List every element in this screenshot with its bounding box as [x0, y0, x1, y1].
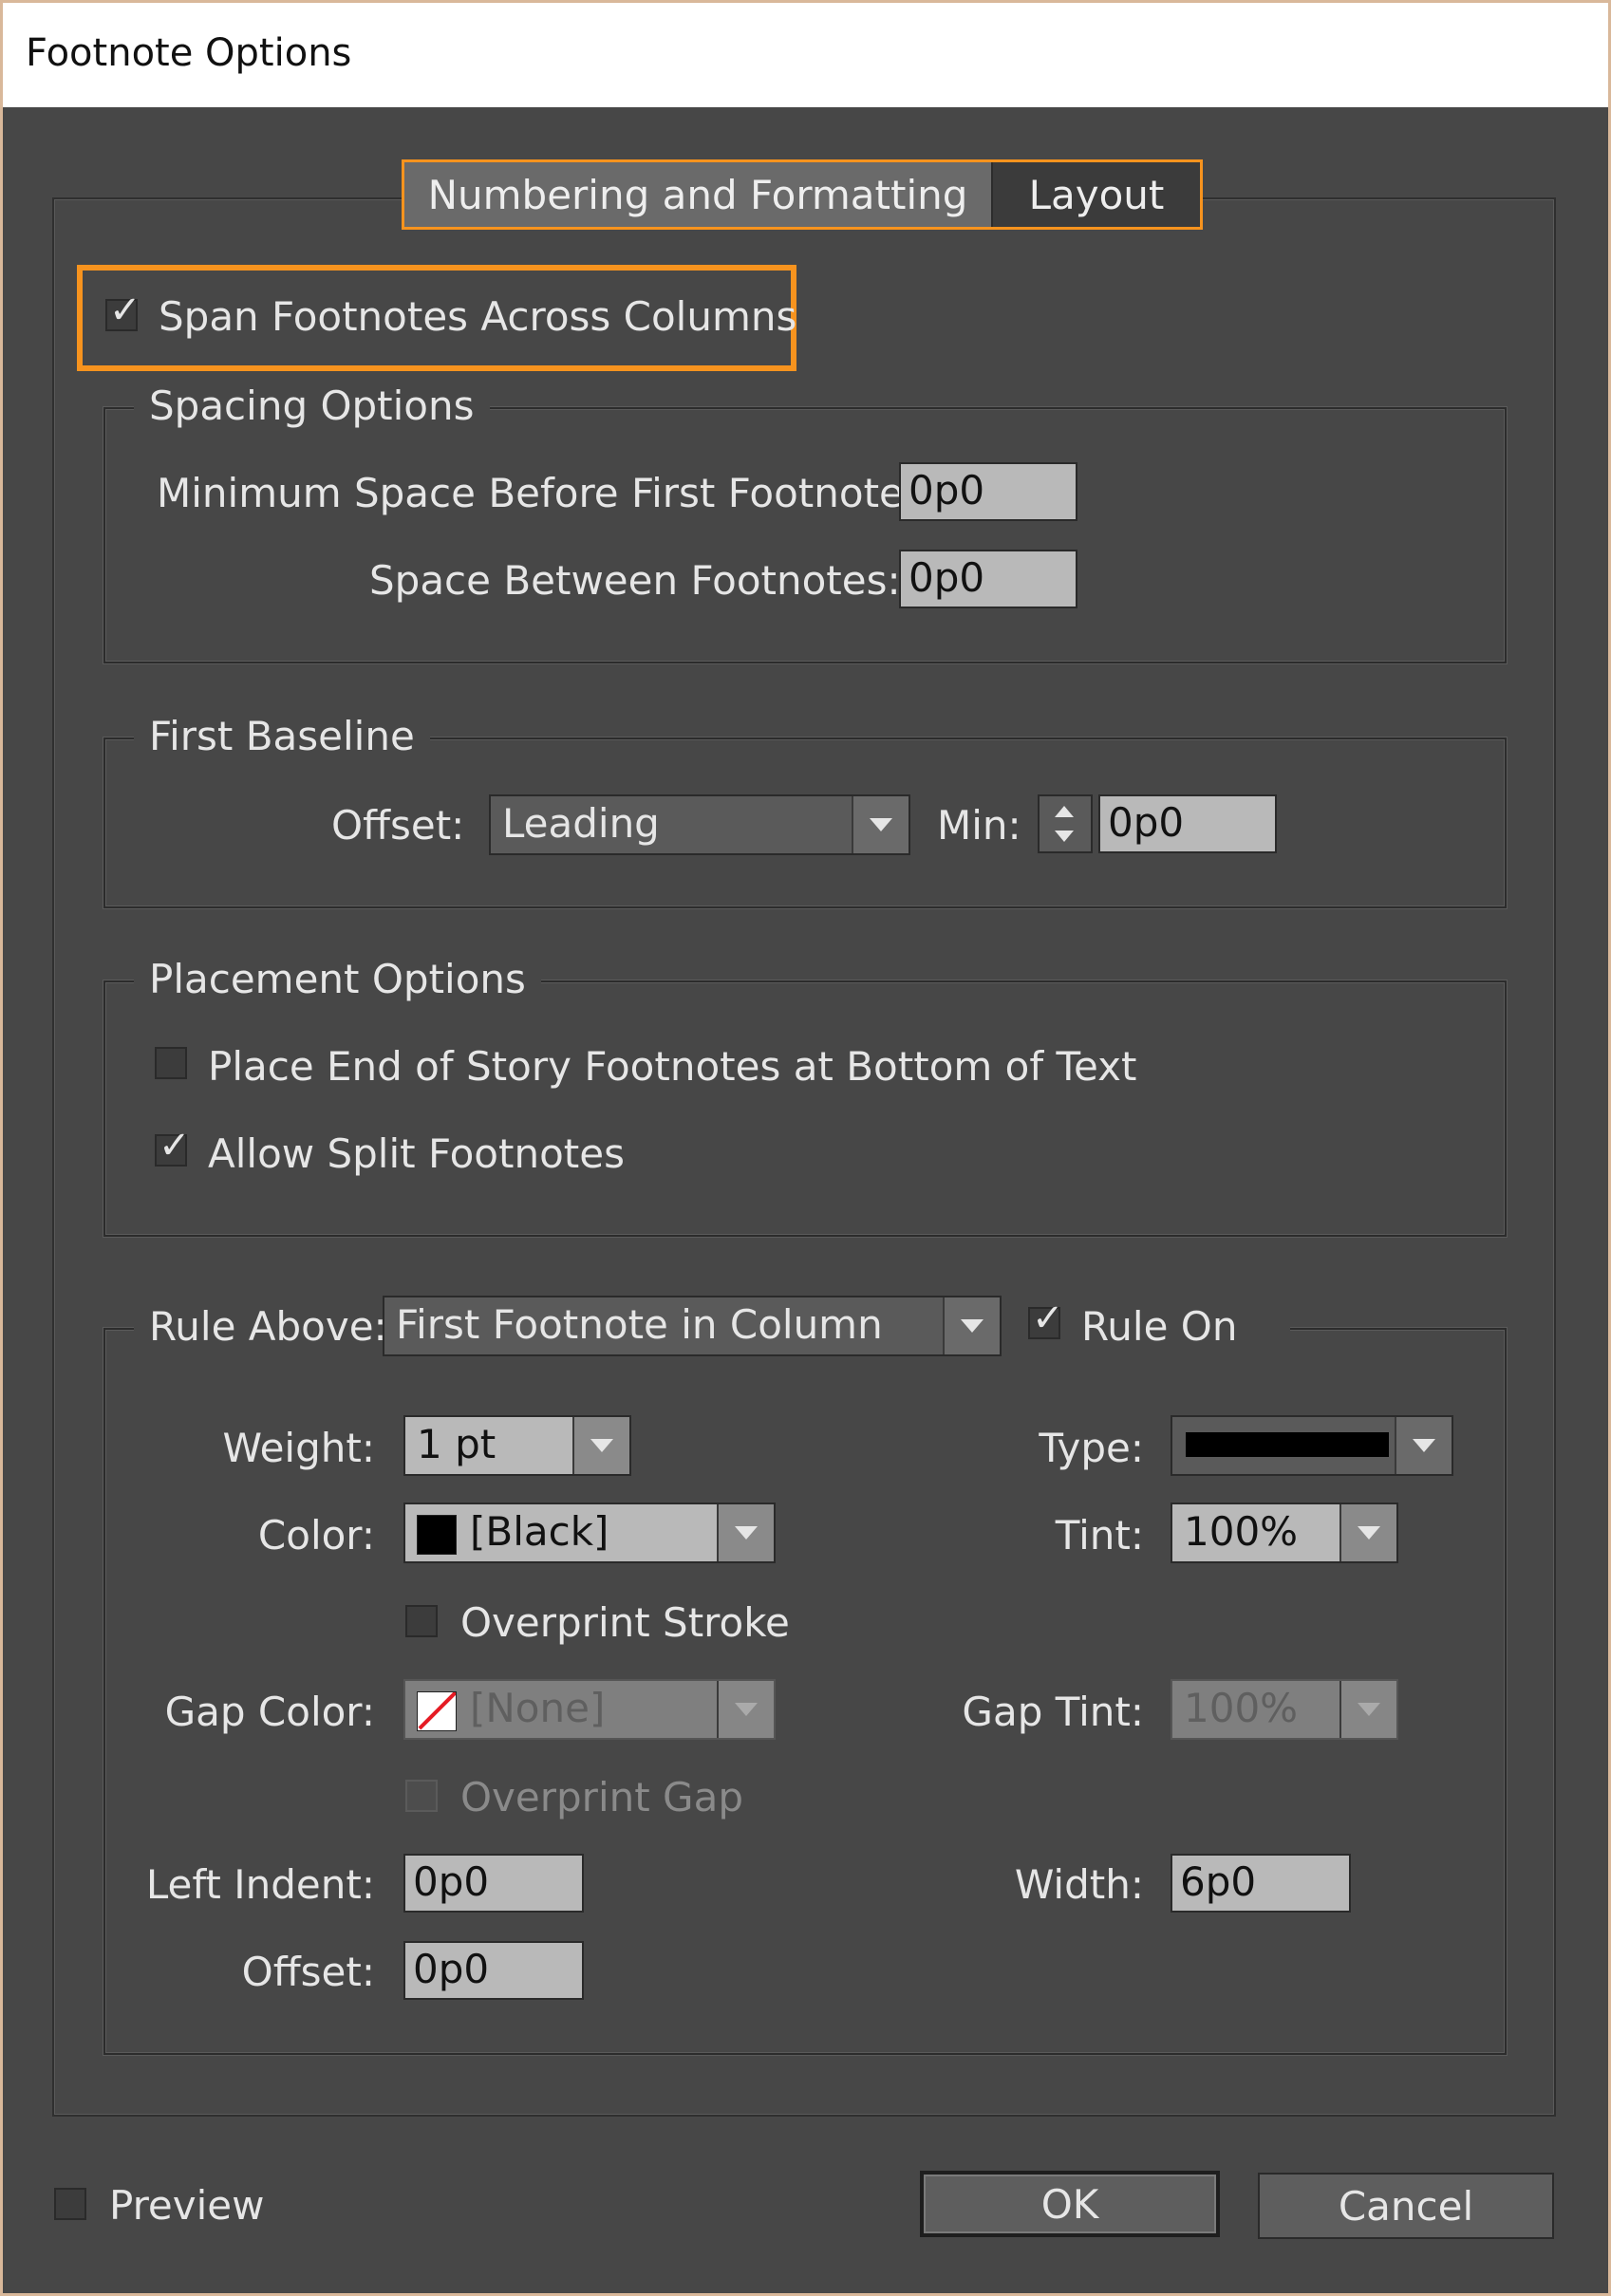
- tab-numbering-formatting[interactable]: Numbering and Formatting: [404, 162, 993, 227]
- chevron-down-icon: [572, 1417, 629, 1474]
- preview-label: Preview: [109, 2182, 265, 2229]
- offset-dropdown-value: Leading: [502, 800, 660, 847]
- weight-dropdown[interactable]: 1 pt: [403, 1415, 631, 1476]
- black-swatch-icon: [417, 1514, 457, 1555]
- gap-tint-value: 100%: [1184, 1685, 1299, 1731]
- window-title: Footnote Options: [26, 31, 352, 75]
- rule-above-label: Rule Above:: [149, 1303, 387, 1350]
- footnote-options-dialog: Footnote Options Numbering and Formattin…: [0, 0, 1611, 2296]
- chevron-down-icon: [717, 1504, 774, 1561]
- overprint-stroke-checkbox[interactable]: [405, 1605, 438, 1637]
- stepper-up-icon[interactable]: [1055, 806, 1074, 817]
- color-label: Color:: [257, 1512, 375, 1559]
- gap-tint-dropdown[interactable]: 100%: [1171, 1679, 1398, 1740]
- allow-split-checkbox[interactable]: ✓: [155, 1127, 191, 1167]
- tint-label: Tint:: [1055, 1512, 1144, 1559]
- weight-value: 1 pt: [417, 1421, 496, 1467]
- type-dropdown[interactable]: [1171, 1415, 1453, 1476]
- placement-options-legend: Placement Options: [134, 956, 541, 1002]
- end-of-story-label: Place End of Story Footnotes at Bottom o…: [208, 1043, 1137, 1090]
- checkmark-icon: ✓: [1032, 1297, 1064, 1340]
- min-label: Min:: [937, 802, 1021, 849]
- spacing-options-legend: Spacing Options: [134, 383, 490, 429]
- tab-layout[interactable]: Layout: [993, 162, 1200, 227]
- checkmark-icon: ✓: [109, 289, 141, 332]
- left-indent-label: Left Indent:: [145, 1861, 375, 1908]
- span-footnotes-checkbox[interactable]: ✓: [105, 291, 141, 331]
- first-baseline-legend: First Baseline: [134, 713, 430, 759]
- offset-label: Offset:: [331, 802, 465, 849]
- none-swatch-icon: [417, 1690, 457, 1731]
- preview-checkbox[interactable]: [54, 2188, 86, 2220]
- stepper-down-icon[interactable]: [1055, 831, 1074, 842]
- tint-dropdown[interactable]: 100%: [1171, 1503, 1398, 1563]
- tab-bar: Numbering and Formatting Layout: [402, 159, 1203, 230]
- gap-color-value: [None]: [470, 1685, 606, 1731]
- checkmark-icon: ✓: [159, 1124, 191, 1167]
- ok-button[interactable]: OK: [920, 2171, 1220, 2237]
- rule-above-value: First Footnote in Column: [396, 1301, 883, 1348]
- chevron-down-icon: [717, 1681, 774, 1738]
- allow-split-label: Allow Split Footnotes: [208, 1130, 625, 1177]
- type-label: Type:: [1039, 1425, 1144, 1471]
- rule-above-dropdown[interactable]: First Footnote in Column: [383, 1296, 1002, 1356]
- width-input[interactable]: 6p0: [1171, 1854, 1351, 1913]
- gap-color-value-wrap: [None]: [405, 1681, 717, 1738]
- rule-on-label: Rule On: [1081, 1303, 1238, 1350]
- chevron-down-icon: [1339, 1504, 1396, 1561]
- overprint-gap-label: Overprint Gap: [460, 1774, 743, 1820]
- gap-color-dropdown[interactable]: [None]: [403, 1679, 776, 1740]
- space-between-input[interactable]: 0p0: [899, 550, 1077, 608]
- span-footnotes-label: Span Footnotes Across Columns: [159, 293, 797, 340]
- color-value: [Black]: [470, 1508, 609, 1555]
- rule-offset-label: Offset:: [241, 1949, 375, 1995]
- min-stepper[interactable]: [1038, 794, 1093, 853]
- chevron-down-icon: [1339, 1681, 1396, 1738]
- placement-options-group: [103, 980, 1507, 1237]
- rule-on-checkbox[interactable]: ✓: [1028, 1299, 1064, 1339]
- weight-label: Weight:: [222, 1425, 375, 1471]
- space-between-label: Space Between Footnotes:: [369, 557, 901, 604]
- gap-tint-label: Gap Tint:: [962, 1689, 1144, 1735]
- cancel-button[interactable]: Cancel: [1258, 2173, 1554, 2239]
- end-of-story-checkbox[interactable]: [155, 1047, 187, 1079]
- color-value-wrap: [Black]: [405, 1504, 717, 1561]
- solid-line-icon: [1172, 1417, 1395, 1474]
- min-space-input[interactable]: 0p0: [899, 462, 1077, 521]
- overprint-stroke-label: Overprint Stroke: [460, 1599, 790, 1646]
- width-label: Width:: [1014, 1861, 1144, 1908]
- offset-dropdown[interactable]: Leading: [489, 794, 910, 855]
- min-space-label: Minimum Space Before First Footnote:: [157, 470, 918, 516]
- chevron-down-icon: [852, 796, 909, 853]
- spacing-options-group: [103, 407, 1507, 663]
- left-indent-input[interactable]: 0p0: [403, 1854, 584, 1913]
- chevron-down-icon: [943, 1297, 1000, 1354]
- rule-offset-input[interactable]: 0p0: [403, 1941, 584, 2000]
- min-input[interactable]: 0p0: [1098, 794, 1277, 853]
- title-bar[interactable]: Footnote Options: [3, 3, 1608, 107]
- gap-color-label: Gap Color:: [164, 1689, 375, 1735]
- color-dropdown[interactable]: [Black]: [403, 1503, 776, 1563]
- chevron-down-icon: [1395, 1417, 1452, 1474]
- overprint-gap-checkbox[interactable]: [405, 1780, 438, 1812]
- tint-value: 100%: [1184, 1508, 1299, 1555]
